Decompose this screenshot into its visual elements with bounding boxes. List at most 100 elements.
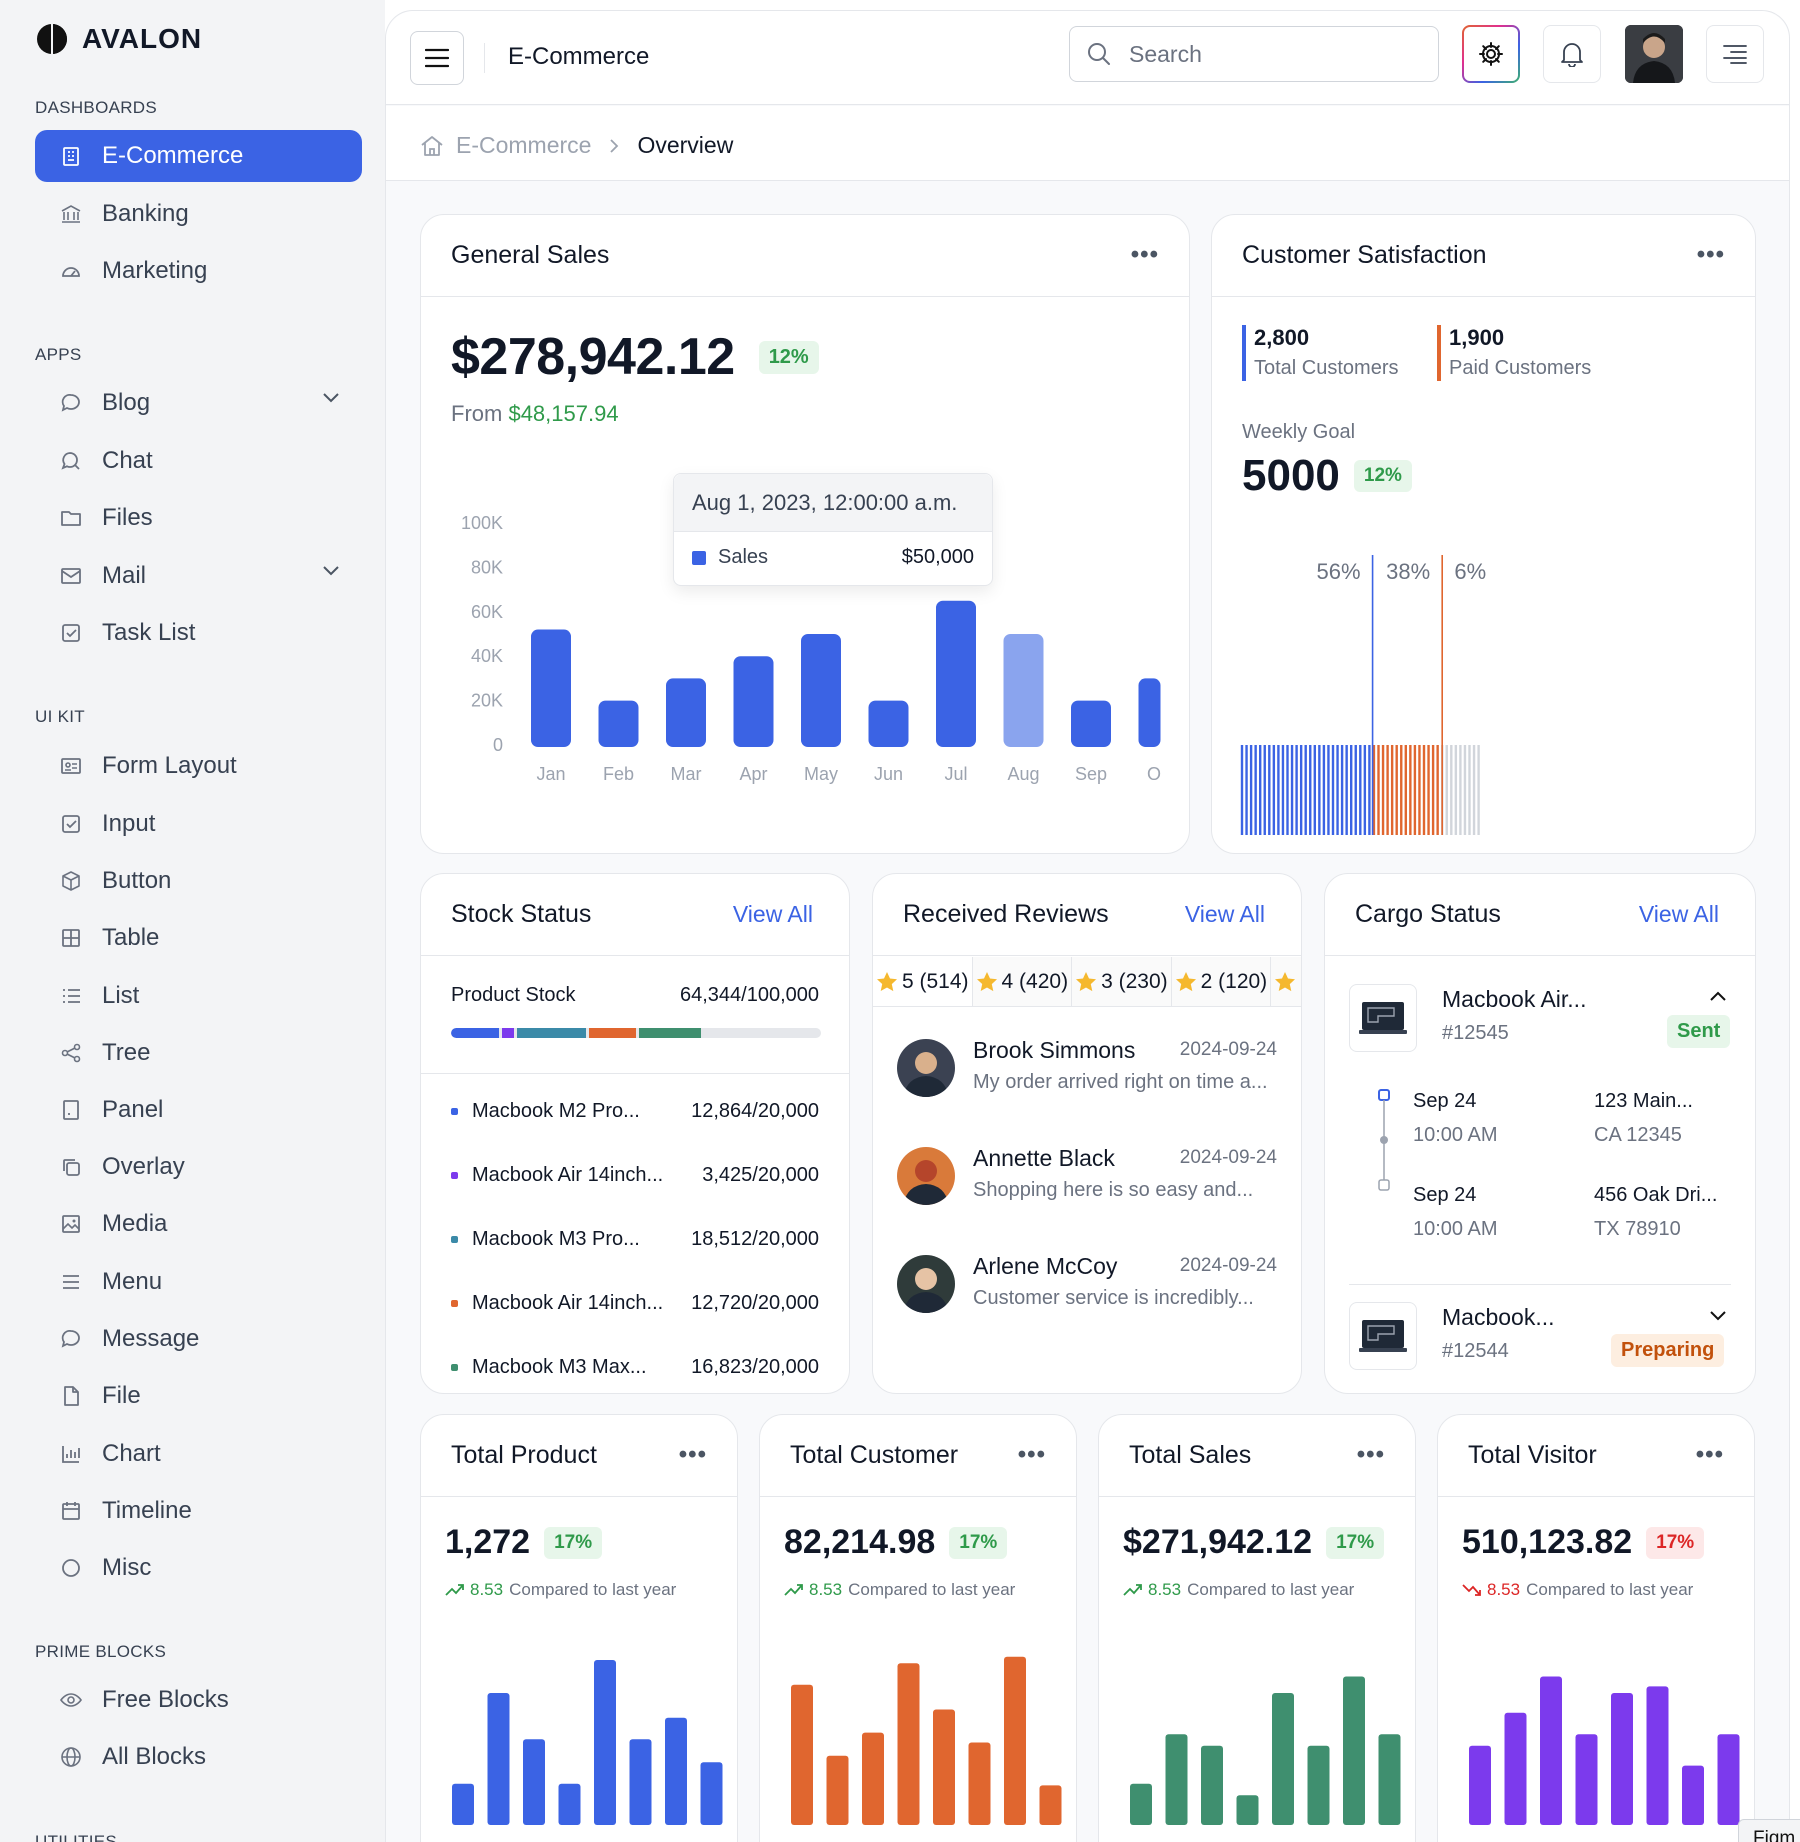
sidebar-item-panel[interactable]: Panel: [35, 1084, 362, 1136]
sidebar-item-task-list[interactable]: Task List: [35, 607, 362, 659]
sidebar-item-e-commerce[interactable]: E-Commerce: [35, 130, 362, 182]
review-item[interactable]: Brook Simmons 2024-09-24 My order arrive…: [897, 1027, 1277, 1107]
stat-bar[interactable]: [1201, 1745, 1223, 1825]
more-options-icon[interactable]: •••: [1018, 1441, 1046, 1469]
rating-filter[interactable]: 4 (420): [972, 957, 1073, 1006]
stat-bar[interactable]: [862, 1732, 884, 1825]
sidebar-item-chat[interactable]: Chat: [35, 435, 362, 487]
sales-bar[interactable]: [1071, 700, 1111, 747]
right-panel-button[interactable]: [1706, 25, 1764, 83]
rating-filter[interactable]: 1 (: [1271, 957, 1301, 1006]
sales-bar[interactable]: [1138, 678, 1161, 747]
stat-bar[interactable]: [1540, 1676, 1562, 1826]
stat-bar[interactable]: [1575, 1734, 1598, 1825]
sidebar-item-button[interactable]: Button: [35, 855, 362, 907]
rating-filter[interactable]: 3 (230): [1072, 957, 1172, 1006]
stat-bar[interactable]: [1717, 1734, 1740, 1825]
stat-bar[interactable]: [700, 1762, 723, 1825]
sidebar-item-list[interactable]: List: [35, 970, 362, 1022]
sales-bar[interactable]: [1003, 634, 1044, 747]
sidebar-item-banking[interactable]: Banking: [35, 188, 362, 240]
stat-bar[interactable]: [629, 1739, 652, 1825]
chevron-up-icon[interactable]: [1709, 990, 1727, 1002]
menu-toggle-button[interactable]: [410, 31, 464, 85]
stat-bar[interactable]: [1272, 1693, 1294, 1825]
view-all-link[interactable]: View All: [733, 901, 813, 928]
stat-bar[interactable]: [594, 1660, 616, 1825]
stat-bar[interactable]: [1039, 1785, 1062, 1825]
stat-bar[interactable]: [1004, 1656, 1026, 1825]
logo[interactable]: AVALON: [35, 22, 202, 56]
sidebar-item-files[interactable]: Files: [35, 492, 362, 544]
sidebar-item-form-layout[interactable]: Form Layout: [35, 740, 362, 792]
stat-bar[interactable]: [1646, 1686, 1669, 1825]
stat-bar[interactable]: [826, 1755, 849, 1825]
sidebar-item-menu[interactable]: Menu: [35, 1256, 362, 1308]
more-options-icon[interactable]: •••: [1357, 1441, 1385, 1469]
sales-bar[interactable]: [936, 600, 976, 747]
sales-bar[interactable]: [733, 656, 774, 747]
settings-button[interactable]: [1462, 25, 1520, 83]
stat-bar[interactable]: [665, 1717, 687, 1825]
stat-bar[interactable]: [1165, 1734, 1188, 1825]
sidebar-item-free-blocks[interactable]: Free Blocks: [35, 1674, 362, 1726]
rating-filter[interactable]: 5 (514): [873, 957, 973, 1006]
sidebar-item-all-blocks[interactable]: All Blocks: [35, 1731, 362, 1783]
sidebar-item-marketing[interactable]: Marketing: [35, 245, 362, 297]
more-options-icon[interactable]: •••: [1696, 1441, 1724, 1469]
stat-bar[interactable]: [1682, 1765, 1704, 1825]
stat-bar[interactable]: [487, 1693, 510, 1825]
sidebar-item-file[interactable]: File: [35, 1370, 362, 1422]
stat-bar[interactable]: [558, 1783, 581, 1825]
stat-bar[interactable]: [1378, 1734, 1401, 1825]
sidebar-item-label: Task List: [102, 619, 196, 646]
more-options-icon[interactable]: •••: [1131, 241, 1159, 269]
sidebar-item-table[interactable]: Table: [35, 912, 362, 964]
sidebar-item-media[interactable]: Media: [35, 1198, 362, 1250]
stat-bar[interactable]: [1343, 1676, 1365, 1826]
chevron-down-icon[interactable]: [322, 392, 340, 404]
review-item[interactable]: Annette Black 2024-09-24 Shopping here i…: [897, 1135, 1277, 1215]
stat-bar[interactable]: [791, 1684, 813, 1825]
sidebar-item-tree[interactable]: Tree: [35, 1027, 362, 1079]
sales-bar[interactable]: [531, 629, 571, 747]
review-item[interactable]: Arlene McCoy 2024-09-24 Customer service…: [897, 1243, 1277, 1323]
figma-tag[interactable]: Figm: [1738, 1819, 1800, 1842]
stat-bar[interactable]: [968, 1742, 991, 1826]
sidebar-item-input[interactable]: Input: [35, 798, 362, 850]
sidebar-item-blog[interactable]: Blog: [35, 377, 362, 429]
sidebar-item-timeline[interactable]: Timeline: [35, 1485, 362, 1537]
sidebar-item-overlay[interactable]: Overlay: [35, 1141, 362, 1193]
stat-bar[interactable]: [933, 1709, 955, 1826]
search-input[interactable]: Search: [1129, 41, 1202, 68]
stat-bar[interactable]: [1307, 1745, 1330, 1825]
breadcrumb-parent[interactable]: E-Commerce: [456, 132, 591, 159]
view-all-link[interactable]: View All: [1185, 901, 1265, 928]
sales-bar[interactable]: [801, 634, 841, 747]
home-icon[interactable]: [420, 135, 444, 157]
stat-bar[interactable]: [523, 1739, 545, 1825]
stat-bar[interactable]: [1504, 1712, 1527, 1825]
avatar[interactable]: [1625, 25, 1683, 83]
stat-bar[interactable]: [1130, 1783, 1152, 1825]
chevron-down-icon[interactable]: [322, 565, 340, 577]
stat-bar[interactable]: [897, 1663, 920, 1825]
notifications-button[interactable]: [1543, 25, 1601, 83]
stat-bar[interactable]: [1236, 1795, 1259, 1825]
sales-bar[interactable]: [666, 678, 706, 747]
more-options-icon[interactable]: •••: [679, 1441, 707, 1469]
sidebar-item-misc[interactable]: Misc: [35, 1542, 362, 1594]
sidebar-item-message[interactable]: Message: [35, 1313, 362, 1365]
rating-filter[interactable]: 2 (120): [1171, 957, 1272, 1006]
sidebar-item-mail[interactable]: Mail: [35, 550, 362, 602]
sidebar-item-chart[interactable]: Chart: [35, 1428, 362, 1480]
stat-bar[interactable]: [452, 1783, 474, 1825]
sales-bar[interactable]: [868, 700, 909, 747]
chevron-down-icon[interactable]: [1709, 1310, 1727, 1322]
sales-bar[interactable]: [598, 700, 639, 747]
stat-bar[interactable]: [1469, 1745, 1491, 1825]
view-all-link[interactable]: View All: [1639, 901, 1719, 928]
search-box[interactable]: Search: [1069, 26, 1439, 82]
more-options-icon[interactable]: •••: [1697, 241, 1725, 269]
stat-bar[interactable]: [1611, 1693, 1633, 1825]
